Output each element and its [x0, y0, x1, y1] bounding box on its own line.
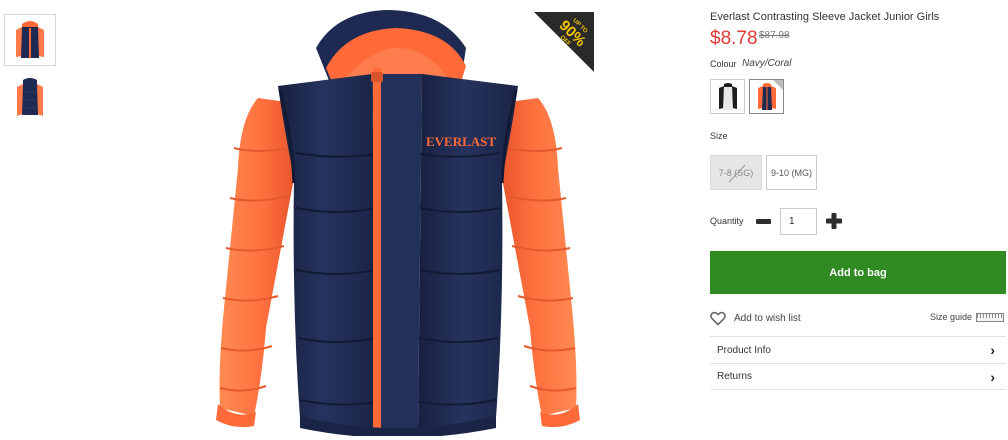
current-price: $8.78: [710, 28, 758, 49]
size-guide-label: Size guide: [929, 312, 972, 322]
jacket-illustration: EVERLAST: [216, 10, 580, 436]
main-product-image: EVERLAST UP TO 90% OFF: [196, 8, 600, 436]
minus-icon: [755, 218, 771, 224]
size-label: Size: [710, 131, 728, 141]
thumbnail-front-image: [16, 21, 44, 58]
chevron-right-icon: ›: [990, 342, 995, 358]
ruler-icon: [976, 312, 1004, 322]
accordion-label: Product Info: [717, 344, 771, 356]
thumbnail-front[interactable]: [4, 14, 56, 66]
colour-swatch-navy-coral[interactable]: [749, 79, 784, 114]
accordion-product-info[interactable]: Product Info ›: [710, 336, 1006, 363]
thumbnail-side[interactable]: [4, 72, 56, 124]
selected-corner-marker: [773, 80, 783, 90]
quantity-decrease-button[interactable]: [754, 213, 772, 229]
unavailable-strike-icon: [728, 164, 746, 183]
colour-value: Navy/Coral: [742, 58, 792, 69]
size-option-9-10[interactable]: 9-10 (MG): [766, 155, 817, 190]
add-to-bag-button[interactable]: Add to bag: [710, 251, 1006, 294]
size-guide-link[interactable]: Size guide: [930, 312, 1004, 322]
quantity-label: Quantity: [710, 216, 744, 226]
jacket-logo-text: EVERLAST: [426, 134, 496, 149]
size-option-label: 9-10 (MG): [770, 167, 812, 178]
product-title: Everlast Contrasting Sleeve Jacket Junio…: [710, 11, 940, 23]
was-price: $87.98: [759, 30, 790, 41]
discount-badge: UP TO 90% OFF: [534, 12, 594, 72]
accordion-returns[interactable]: Returns ›: [710, 363, 1006, 390]
quantity-increase-button[interactable]: [825, 212, 843, 230]
thumbnail-side-image: [17, 78, 43, 116]
accordion-label: Returns: [717, 371, 753, 382]
wish-list-label: Add to wish list: [734, 313, 801, 324]
swatch-black-white-image: [718, 82, 737, 110]
heart-icon: [710, 311, 726, 326]
colour-swatch-black-white[interactable]: [710, 79, 745, 114]
add-to-wish-list-link[interactable]: Add to wish list: [710, 311, 801, 326]
quantity-input[interactable]: [780, 208, 817, 235]
colour-label: Colour: [710, 59, 737, 69]
size-option-7-8[interactable]: 7-8 (SG): [710, 155, 762, 190]
chevron-right-icon: ›: [990, 368, 995, 385]
plus-icon: [826, 213, 842, 229]
